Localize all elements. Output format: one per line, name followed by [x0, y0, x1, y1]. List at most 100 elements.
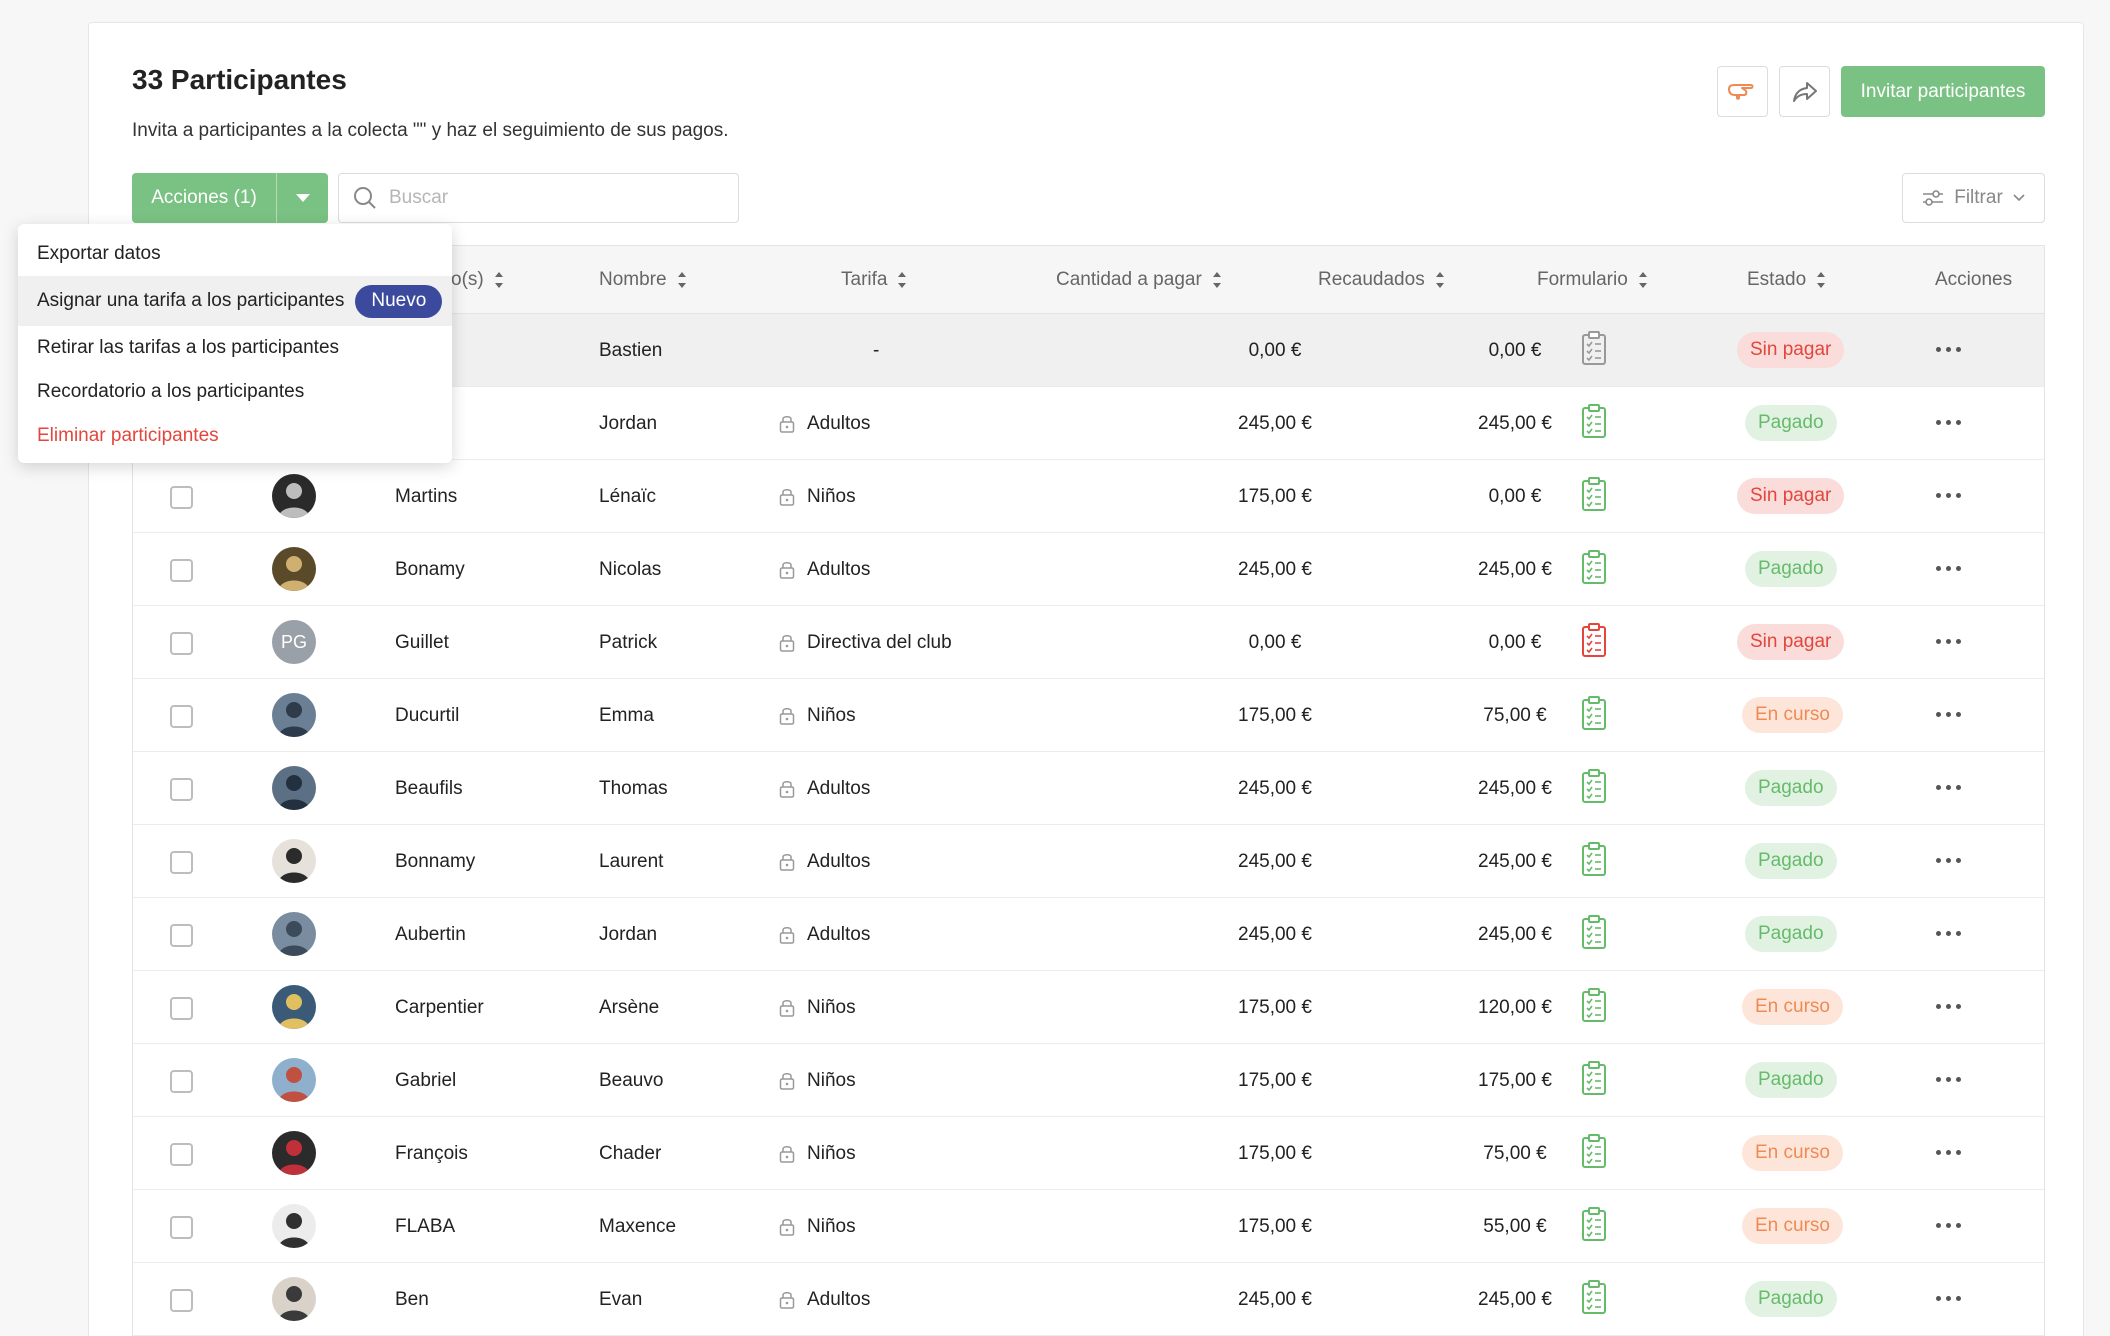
- cell-collected: 0,00 €: [1488, 339, 1542, 361]
- row-checkbox[interactable]: [170, 559, 193, 582]
- lock-icon: [779, 999, 795, 1017]
- row-checkbox[interactable]: [170, 924, 193, 947]
- clipboard-form-icon[interactable]: [1581, 695, 1607, 731]
- clipboard-form-icon[interactable]: [1581, 403, 1607, 439]
- cell-tarifa: Directiva del club: [779, 606, 952, 679]
- row-checkbox[interactable]: [170, 778, 193, 801]
- search-input[interactable]: [389, 187, 709, 209]
- lock-icon: [779, 415, 795, 433]
- table-row[interactable]: François Chader Niños 175,00 € 75,00 € En cur…: [133, 1117, 2044, 1190]
- cell-amount: 245,00 €: [1238, 923, 1312, 945]
- cell-collected: 75,00 €: [1483, 704, 1547, 726]
- clipboard-form-icon[interactable]: [1581, 768, 1607, 804]
- menu-item-export-data[interactable]: Exportar datos: [18, 232, 452, 276]
- cell-amount: 245,00 €: [1238, 777, 1312, 799]
- cell-last-name: Martins: [395, 485, 458, 507]
- more-options-icon[interactable]: [1936, 858, 1961, 863]
- status-badge: En curso: [1742, 1208, 1843, 1244]
- clipboard-form-icon[interactable]: [1581, 476, 1607, 512]
- menu-item-delete-participants[interactable]: Eliminar participantes: [18, 414, 452, 458]
- clipboard-form-icon[interactable]: [1581, 841, 1607, 877]
- table-row[interactable]: Ben Evan Adultos 245,00 € 245,00 € Pagado: [133, 1263, 2044, 1336]
- row-checkbox[interactable]: [170, 1216, 193, 1239]
- lock-icon: [779, 1218, 795, 1236]
- table-row[interactable]: PG Guillet Patrick Directiva del club 0,00 €…: [133, 606, 2044, 679]
- actions-dropdown-toggle[interactable]: [276, 173, 328, 223]
- table-row[interactable]: Bonnamy Laurent Adultos 245,00 € 245,00 € Pag…: [133, 825, 2044, 898]
- table-row[interactable]: Bonamy Nicolas Adultos 245,00 € 245,00 € Paga…: [133, 533, 2044, 606]
- row-checkbox[interactable]: [170, 1289, 193, 1312]
- more-options-icon[interactable]: [1936, 347, 1961, 352]
- invite-participants-button[interactable]: Invitar participantes: [1841, 66, 2045, 117]
- row-checkbox[interactable]: [170, 1070, 193, 1093]
- more-options-icon[interactable]: [1936, 1077, 1961, 1082]
- menu-item-reminder[interactable]: Recordatorio a los participantes: [18, 370, 452, 414]
- cell-first-name: Beauvo: [599, 1069, 664, 1091]
- cell-tarifa: -: [873, 339, 880, 361]
- clipboard-form-icon[interactable]: [1581, 1133, 1607, 1169]
- column-header-first-name[interactable]: Nombre: [599, 246, 687, 314]
- more-options-icon[interactable]: [1936, 420, 1961, 425]
- cell-collected: 245,00 €: [1478, 558, 1552, 580]
- table-row[interactable]: Ducurtil Emma Niños 175,00 € 75,00 € En curso: [133, 679, 2044, 752]
- cell-amount: 245,00 €: [1238, 850, 1312, 872]
- table-row[interactable]: Gabriel Beauvo Niños 175,00 € 175,00 € Pagado: [133, 1044, 2044, 1117]
- menu-item-assign-tarifa[interactable]: Asignar una tarifa a los participantes Nu…: [18, 276, 452, 326]
- cell-tarifa: Niños: [779, 1190, 856, 1263]
- column-header-form[interactable]: Formulario: [1537, 246, 1648, 314]
- more-options-icon[interactable]: [1936, 931, 1961, 936]
- table-row[interactable]: FLABA Maxence Niños 175,00 € 55,00 € En curso: [133, 1190, 2044, 1263]
- column-header-status[interactable]: Estado: [1747, 246, 1826, 314]
- column-header-amount[interactable]: Cantidad a pagar: [1056, 246, 1222, 314]
- more-options-icon[interactable]: [1936, 1150, 1961, 1155]
- reminder-button[interactable]: [1717, 66, 1768, 117]
- clipboard-form-icon[interactable]: [1581, 549, 1607, 585]
- clipboard-form-icon[interactable]: [1581, 1279, 1607, 1315]
- cell-tarifa: Adultos: [779, 752, 870, 825]
- table-row[interactable]: Carpentier Arsène Niños 175,00 € 120,00 € En …: [133, 971, 2044, 1044]
- cell-amount: 245,00 €: [1238, 558, 1312, 580]
- row-checkbox[interactable]: [170, 486, 193, 509]
- row-checkbox[interactable]: [170, 1143, 193, 1166]
- table-row[interactable]: Martins Lénaïc Niños 175,00 € 0,00 € Sin paga…: [133, 460, 2044, 533]
- clipboard-form-icon[interactable]: [1581, 622, 1607, 658]
- more-options-icon[interactable]: [1936, 712, 1961, 717]
- cell-last-name: Guillet: [395, 631, 449, 653]
- clipboard-form-icon[interactable]: [1581, 914, 1607, 950]
- cell-collected: 245,00 €: [1478, 412, 1552, 434]
- column-header-tarifa[interactable]: Tarifa: [841, 246, 907, 314]
- more-options-icon[interactable]: [1936, 785, 1961, 790]
- more-options-icon[interactable]: [1936, 493, 1961, 498]
- clipboard-form-icon[interactable]: [1581, 1060, 1607, 1096]
- more-options-icon[interactable]: [1936, 1223, 1961, 1228]
- row-checkbox[interactable]: [170, 632, 193, 655]
- cell-first-name: Jordan: [599, 923, 658, 945]
- row-checkbox[interactable]: [170, 851, 193, 874]
- share-button[interactable]: [1779, 66, 1830, 117]
- more-options-icon[interactable]: [1936, 639, 1961, 644]
- filter-button[interactable]: Filtrar: [1902, 173, 2045, 223]
- lock-icon: [779, 561, 795, 579]
- status-badge: Sin pagar: [1737, 332, 1845, 368]
- clipboard-form-icon[interactable]: [1581, 330, 1607, 366]
- clipboard-form-icon[interactable]: [1581, 987, 1607, 1023]
- row-checkbox[interactable]: [170, 997, 193, 1020]
- table-row[interactable]: Aubertin Jordan Adultos 245,00 € 245,00 € Pag…: [133, 898, 2044, 971]
- cell-tarifa: Adultos: [779, 825, 870, 898]
- more-options-icon[interactable]: [1936, 566, 1961, 571]
- column-header-last-name[interactable]: o(s): [451, 246, 504, 314]
- more-options-icon[interactable]: [1936, 1004, 1961, 1009]
- lock-icon: [779, 926, 795, 944]
- cell-last-name: Gabriel: [395, 1069, 457, 1091]
- row-checkbox[interactable]: [170, 705, 193, 728]
- more-options-icon[interactable]: [1936, 1296, 1961, 1301]
- cell-first-name: Jordan: [599, 412, 658, 434]
- table-row[interactable]: Beaufils Thomas Adultos 245,00 € 245,00 € Pag…: [133, 752, 2044, 825]
- clipboard-form-icon[interactable]: [1581, 1206, 1607, 1242]
- sort-icon: [494, 272, 503, 288]
- cell-last-name: Carpentier: [395, 996, 484, 1018]
- status-badge: Pagado: [1745, 1281, 1837, 1317]
- column-header-collected[interactable]: Recaudados: [1318, 246, 1445, 314]
- actions-button[interactable]: Acciones (1): [132, 173, 276, 223]
- menu-item-remove-tarifas[interactable]: Retirar las tarifas a los participantes: [18, 326, 452, 370]
